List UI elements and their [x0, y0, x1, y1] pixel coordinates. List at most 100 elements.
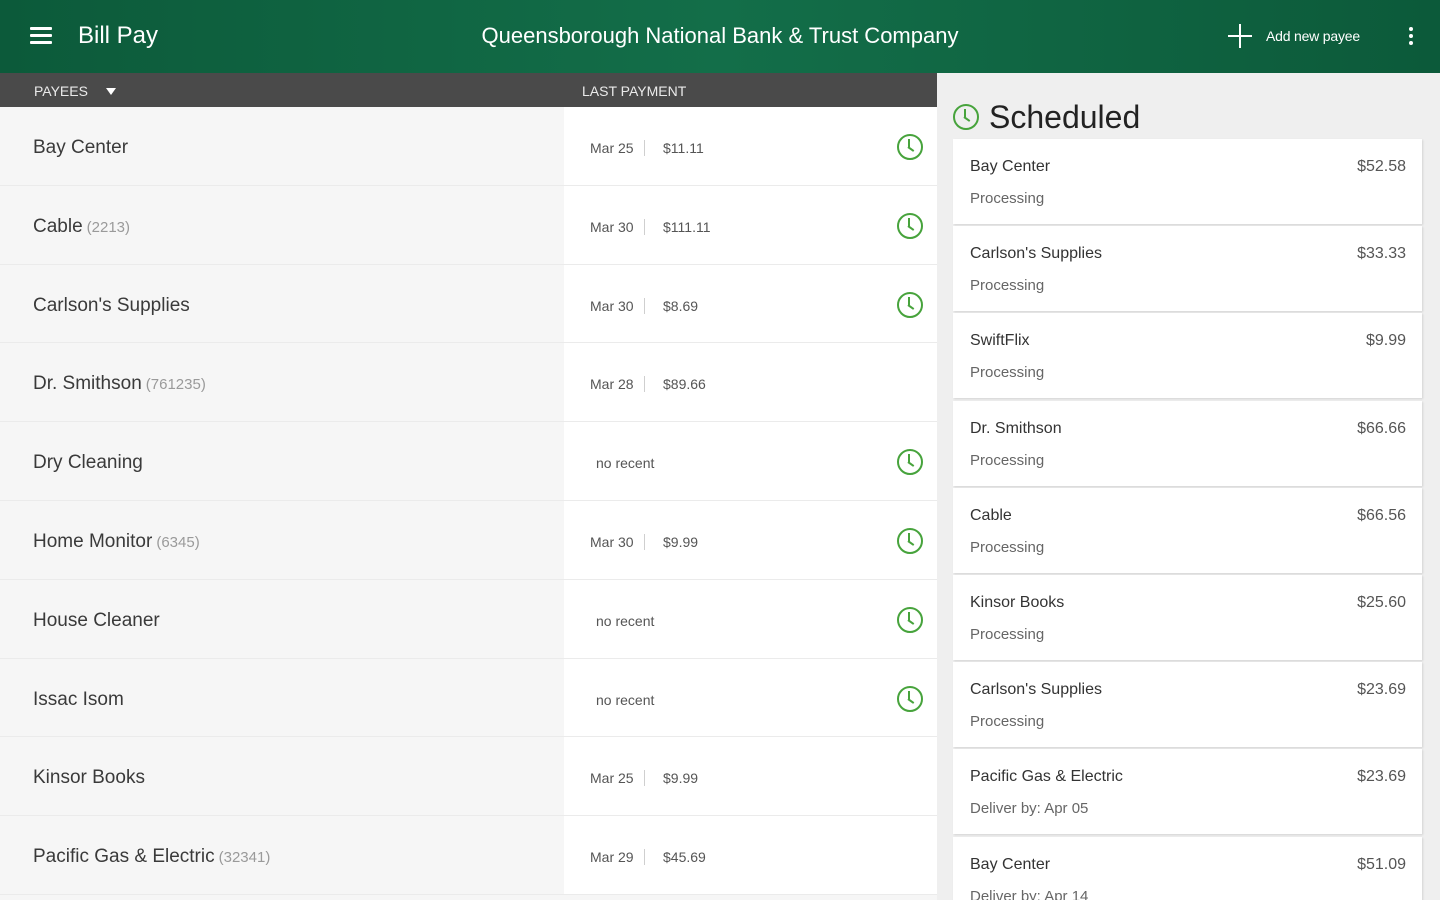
payee-name-cell: Dry Cleaning — [0, 422, 562, 500]
last-payment-amount: $11.11 — [663, 140, 704, 156]
add-new-payee-button[interactable]: Add new payee — [1228, 24, 1360, 48]
last-payment-cell: Mar 25 $11.11 — [564, 107, 937, 185]
payee-name: Dry Cleaning — [33, 452, 143, 474]
scheduled-clock-icon[interactable] — [897, 291, 923, 318]
payee-row[interactable]: Kinsor Books Mar 25 $9.99 — [0, 737, 937, 817]
last-payment-cell: no recent — [564, 422, 937, 500]
payee-name-wrap: Cable (2213) — [33, 216, 130, 238]
app-bar: Bill Pay Queensborough National Bank & T… — [0, 0, 1440, 73]
last-payment-cell: Mar 30 $8.69 — [564, 264, 937, 343]
scheduled-clock-icon[interactable] — [897, 134, 923, 160]
payee-name-cell: House Cleaner — [0, 579, 562, 658]
scheduled-amount: $9.99 — [1365, 332, 1406, 350]
scheduled-clock-icon[interactable] — [897, 685, 923, 712]
scheduled-clock-icon[interactable] — [897, 449, 923, 476]
scheduled-status: Processing — [970, 538, 1045, 556]
no-recent-payment-text: no recent — [596, 455, 655, 472]
payee-name: Home Monitor — [33, 530, 153, 552]
payee-name-cell: Pacific Gas & Electric (32341) — [0, 816, 562, 894]
payee-name-wrap: Kinsor Books — [33, 767, 145, 789]
payee-name-cell: Dr. Smithson (761235) — [0, 343, 562, 422]
last-payment-date: Mar 28 — [590, 376, 645, 393]
scheduled-payee-name: Dr. Smithson — [970, 419, 1062, 437]
payee-row[interactable]: Dr. Smithson (761235) Mar 28 $89.66 — [0, 343, 937, 423]
scheduled-payment-card[interactable]: Kinsor Books $25.60 Processing — [953, 574, 1422, 660]
last-payment-amount: $45.69 — [663, 849, 706, 866]
no-recent-payment-text: no recent — [596, 612, 655, 629]
scheduled-payee-name: Bay Center — [970, 855, 1051, 873]
payees-sort-dropdown[interactable]: PAYEES — [34, 83, 116, 99]
payee-account-number: (761235) — [145, 376, 206, 394]
more-vertical-icon[interactable] — [1408, 27, 1414, 47]
payee-name: Issac Isom — [33, 688, 124, 710]
scheduled-title: Scheduled — [989, 99, 1141, 135]
last-payment-cell: no recent — [564, 579, 937, 658]
payee-name: Pacific Gas & Electric — [33, 846, 215, 868]
payee-name-wrap: Bay Center — [33, 137, 128, 159]
payee-name: House Cleaner — [33, 609, 160, 631]
scheduled-status: Deliver by: Apr 14 — [970, 887, 1089, 900]
payee-name-cell: Bay Center — [0, 107, 562, 185]
payee-name-wrap: Dr. Smithson (761235) — [33, 373, 206, 395]
scheduled-status: Processing — [970, 364, 1045, 382]
last-payment-amount: $111.11 — [663, 218, 711, 235]
payee-row[interactable]: Home Monitor (6345) Mar 30 $9.99 — [0, 500, 937, 580]
scheduled-list: Bay Center $52.58 Processing Carlson's S… — [953, 139, 1422, 900]
scheduled-clock-icon[interactable] — [897, 527, 923, 554]
last-payment-date: Mar 30 — [590, 297, 645, 314]
payee-name-cell: Home Monitor (6345) — [0, 500, 562, 579]
bank-name: Queensborough National Bank & Trust Comp… — [481, 23, 959, 48]
scheduled-payee-name: Cable — [970, 506, 1012, 524]
payee-row[interactable]: Issac Isom no recent — [0, 658, 937, 738]
scheduled-clock-icon[interactable] — [897, 606, 923, 633]
payee-account-number: (32341) — [218, 849, 271, 867]
payee-row[interactable]: Dry Cleaning no recent — [0, 422, 937, 501]
payee-name: Carlson's Supplies — [33, 294, 190, 316]
scheduled-payment-card[interactable]: Dr. Smithson $66.66 Processing — [953, 400, 1422, 486]
scheduled-amount: $33.33 — [1357, 245, 1406, 263]
scheduled-amount: $52.58 — [1357, 158, 1406, 175]
payee-name-wrap: Dry Cleaning — [33, 452, 143, 474]
last-payment-amount: $8.69 — [663, 297, 699, 314]
payee-list: Bay Center Mar 25 $11.11 Cable (2213) Mar… — [0, 107, 937, 895]
payee-name-wrap: Carlson's Supplies — [33, 295, 190, 317]
scheduled-payment-card[interactable]: Carlson's Supplies $23.69 Processing — [953, 662, 1422, 748]
scheduled-pane: Scheduled Bay Center $52.58 Processing C… — [937, 73, 1440, 900]
add-new-payee-label: Add new payee — [1266, 28, 1360, 44]
scheduled-payment-card[interactable]: Carlson's Supplies $33.33 Processing — [953, 226, 1422, 312]
scheduled-payee-name: SwiftFlix — [970, 332, 1030, 350]
scheduled-clock-icon[interactable] — [897, 212, 923, 239]
payee-name: Dr. Smithson — [33, 373, 142, 395]
last-payment-date: Mar 30 — [590, 218, 645, 235]
payee-row[interactable]: House Cleaner no recent — [0, 579, 937, 659]
payee-name-cell: Issac Isom — [0, 658, 562, 737]
scheduled-payee-name: Carlson's Supplies — [970, 245, 1103, 263]
scheduled-amount: $51.09 — [1357, 855, 1406, 873]
last-payment-date: Mar 29 — [590, 849, 645, 866]
scheduled-amount: $66.66 — [1357, 419, 1406, 437]
payee-name-cell: Carlson's Supplies — [0, 264, 562, 343]
payee-row[interactable]: Bay Center Mar 25 $11.11 — [0, 107, 937, 186]
scheduled-payment-card[interactable]: SwiftFlix $9.99 Processing — [953, 313, 1422, 399]
scheduled-payment-card[interactable]: Bay Center $52.58 Processing — [953, 139, 1422, 224]
payee-name-wrap: Pacific Gas & Electric (32341) — [33, 846, 270, 868]
payee-row[interactable]: Cable (2213) Mar 30 $111.11 — [0, 185, 937, 265]
payee-account-number: (2213) — [86, 218, 131, 236]
payees-column-header: PAYEES LAST PAYMENT — [0, 73, 937, 107]
plus-icon — [1228, 24, 1252, 48]
payee-name: Kinsor Books — [33, 767, 145, 789]
payee-name-wrap: House Cleaner — [33, 610, 160, 632]
last-payment-date: Mar 30 — [590, 533, 645, 550]
scheduled-payment-card[interactable]: Pacific Gas & Electric $23.69 Deliver by… — [953, 749, 1422, 835]
payee-name-wrap: Home Monitor (6345) — [33, 531, 200, 553]
last-payment-date: Mar 25 — [590, 140, 645, 156]
last-payment-header-label: LAST PAYMENT — [582, 83, 687, 99]
payees-pane: PAYEES LAST PAYMENT Bay Center Mar 25 $1… — [0, 73, 937, 900]
payee-row[interactable]: Carlson's Supplies Mar 30 $8.69 — [0, 264, 937, 344]
scheduled-payment-card[interactable]: Cable $66.56 Processing — [953, 487, 1422, 573]
payee-name-wrap: Issac Isom — [33, 689, 124, 711]
scheduled-payment-card[interactable]: Bay Center $51.09 Deliver by: Apr 14 — [953, 836, 1422, 900]
payee-name-cell: Cable (2213) — [0, 185, 562, 264]
payee-row[interactable]: Pacific Gas & Electric (32341) Mar 29 $45… — [0, 816, 937, 895]
scheduled-status: Processing — [970, 190, 1045, 207]
